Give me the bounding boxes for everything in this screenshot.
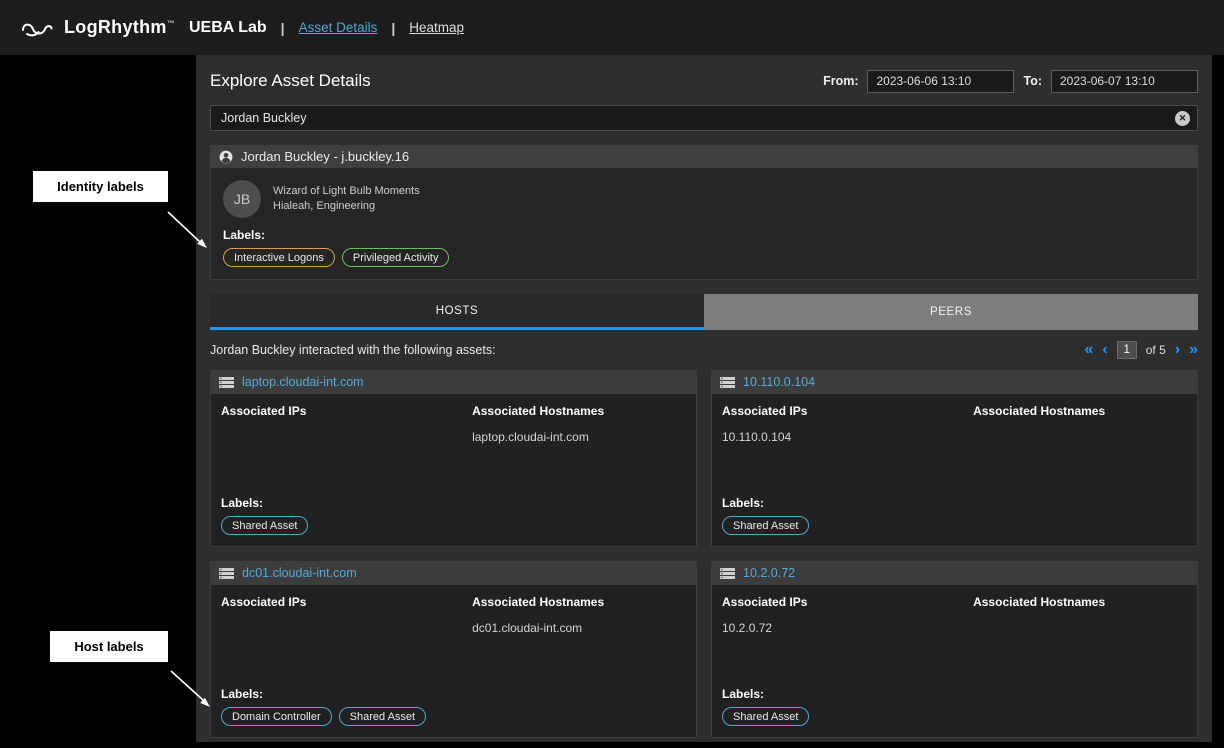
clear-search-icon[interactable]: ✕ — [1175, 111, 1190, 126]
avatar: JB — [223, 180, 261, 218]
annotation-host-labels: Host labels — [50, 631, 168, 662]
annotation-identity-labels: Identity labels — [33, 171, 168, 202]
brand-text: LogRhythm — [64, 17, 167, 37]
app-title: UEBA Lab — [189, 19, 267, 37]
labels-heading: Labels: — [221, 687, 686, 701]
logrhythm-logo-icon — [20, 18, 54, 38]
nav-asset-details[interactable]: Asset Details — [299, 20, 378, 35]
associated-ips-value: 10.110.0.104 — [722, 430, 973, 444]
asset-label-pill: Shared Asset — [722, 707, 809, 726]
server-icon — [720, 568, 735, 579]
next-page-button[interactable]: › — [1175, 342, 1180, 358]
asset-card-header: 10.110.0.104 — [711, 370, 1198, 394]
search-bar: ✕ — [210, 105, 1198, 131]
pagination: « ‹ 1 of 5 › » — [1085, 341, 1198, 359]
labels-heading: Labels: — [223, 228, 1185, 242]
asset-label-pill: Shared Asset — [339, 707, 426, 726]
asset-card-body: Associated IPs 10.110.0.104 Associated H… — [711, 394, 1198, 547]
identity-name: Jordan Buckley - j.buckley.16 — [241, 149, 409, 164]
prev-page-button[interactable]: ‹ — [1102, 342, 1107, 358]
asset-card-header: dc01.cloudai-int.com — [210, 561, 697, 585]
brand-name: LogRhythm™ — [64, 17, 175, 38]
identity-card-body: JB Wizard of Light Bulb Moments Hialeah,… — [210, 168, 1198, 280]
asset-label-pill: Shared Asset — [722, 516, 809, 535]
tab-peers[interactable]: PEERS — [704, 294, 1198, 330]
associated-ips-header: Associated IPs — [221, 404, 472, 418]
labels-heading: Labels: — [221, 496, 686, 510]
identity-card: Jordan Buckley - j.buckley.16 JB Wizard … — [210, 145, 1198, 280]
labels-heading: Labels: — [722, 687, 1187, 701]
trademark-mark: ™ — [167, 19, 175, 28]
asset-card: 10.2.0.72 Associated IPs 10.2.0.72 Assoc… — [711, 561, 1198, 738]
to-date-input[interactable] — [1051, 70, 1198, 93]
associated-hostnames-header: Associated Hostnames — [472, 595, 686, 609]
asset-labels-row: Domain Controller Shared Asset — [221, 707, 686, 726]
asset-card-body: Associated IPs 10.2.0.72 Associated Host… — [711, 585, 1198, 738]
server-icon — [219, 377, 234, 388]
associated-ips-value: 10.2.0.72 — [722, 621, 973, 635]
asset-card-body: Associated IPs Associated Hostnames dc01… — [210, 585, 697, 738]
title-row: Explore Asset Details From: To: — [210, 67, 1198, 95]
asset-labels-row: Shared Asset — [221, 516, 686, 535]
identity-meta: Wizard of Light Bulb Moments Hialeah, En… — [273, 184, 420, 214]
to-label: To: — [1023, 74, 1042, 88]
asset-labels-row: Shared Asset — [722, 707, 1187, 726]
identity-role: Wizard of Light Bulb Moments — [273, 184, 420, 199]
current-page: 1 — [1117, 341, 1137, 359]
main-content: Explore Asset Details From: To: ✕ Jordan… — [196, 55, 1212, 742]
asset-card: dc01.cloudai-int.com Associated IPs Asso… — [210, 561, 697, 738]
associated-hostnames-value: dc01.cloudai-int.com — [472, 621, 686, 635]
server-icon — [720, 377, 735, 388]
asset-name-link[interactable]: laptop.cloudai-int.com — [242, 375, 364, 389]
nav-heatmap[interactable]: Heatmap — [409, 20, 464, 35]
server-icon — [219, 568, 234, 579]
asset-name-link[interactable]: 10.2.0.72 — [743, 566, 795, 580]
associated-hostnames-header: Associated Hostnames — [472, 404, 686, 418]
page-title: Explore Asset Details — [210, 71, 371, 91]
associated-ips-header: Associated IPs — [722, 595, 973, 609]
asset-card: 10.110.0.104 Associated IPs 10.110.0.104… — [711, 370, 1198, 547]
identity-labels-row: Interactive Logons Privileged Activity — [223, 248, 1185, 267]
asset-label-pill: Shared Asset — [221, 516, 308, 535]
from-label: From: — [823, 74, 858, 88]
search-input[interactable] — [210, 105, 1198, 131]
asset-label-pill: Domain Controller — [221, 707, 332, 726]
asset-grid: laptop.cloudai-int.com Associated IPs As… — [210, 370, 1198, 738]
last-page-button[interactable]: » — [1189, 342, 1198, 358]
associated-hostnames-header: Associated Hostnames — [973, 595, 1187, 609]
identity-label-pill: Privileged Activity — [342, 248, 450, 267]
results-intro: Jordan Buckley interacted with the follo… — [210, 343, 496, 357]
from-date-input[interactable] — [867, 70, 1014, 93]
associated-hostnames-value: laptop.cloudai-int.com — [472, 430, 686, 444]
tabs-bar: HOSTS PEERS — [210, 294, 1198, 330]
results-header-row: Jordan Buckley interacted with the follo… — [210, 338, 1198, 362]
labels-heading: Labels: — [722, 496, 1187, 510]
asset-labels-row: Shared Asset — [722, 516, 1187, 535]
identity-summary: JB Wizard of Light Bulb Moments Hialeah,… — [223, 180, 1185, 218]
asset-name-link[interactable]: 10.110.0.104 — [743, 375, 815, 389]
identity-card-header: Jordan Buckley - j.buckley.16 — [210, 145, 1198, 168]
identity-label-pill: Interactive Logons — [223, 248, 335, 267]
top-nav-bar: LogRhythm™ UEBA Lab | Asset Details | He… — [0, 0, 1224, 55]
asset-name-link[interactable]: dc01.cloudai-int.com — [242, 566, 357, 580]
page-count-label: of 5 — [1146, 343, 1166, 357]
nav-separator: | — [281, 20, 285, 36]
person-icon — [219, 150, 233, 164]
associated-hostnames-header: Associated Hostnames — [973, 404, 1187, 418]
date-range-controls: From: To: — [823, 70, 1198, 93]
asset-card-body: Associated IPs Associated Hostnames lapt… — [210, 394, 697, 547]
asset-card: laptop.cloudai-int.com Associated IPs As… — [210, 370, 697, 547]
associated-ips-header: Associated IPs — [722, 404, 973, 418]
asset-card-header: 10.2.0.72 — [711, 561, 1198, 585]
nav-separator: | — [391, 20, 395, 36]
associated-ips-header: Associated IPs — [221, 595, 472, 609]
tab-hosts[interactable]: HOSTS — [210, 294, 704, 330]
identity-location: Hialeah, Engineering — [273, 199, 420, 214]
asset-card-header: laptop.cloudai-int.com — [210, 370, 697, 394]
first-page-button[interactable]: « — [1085, 342, 1094, 358]
